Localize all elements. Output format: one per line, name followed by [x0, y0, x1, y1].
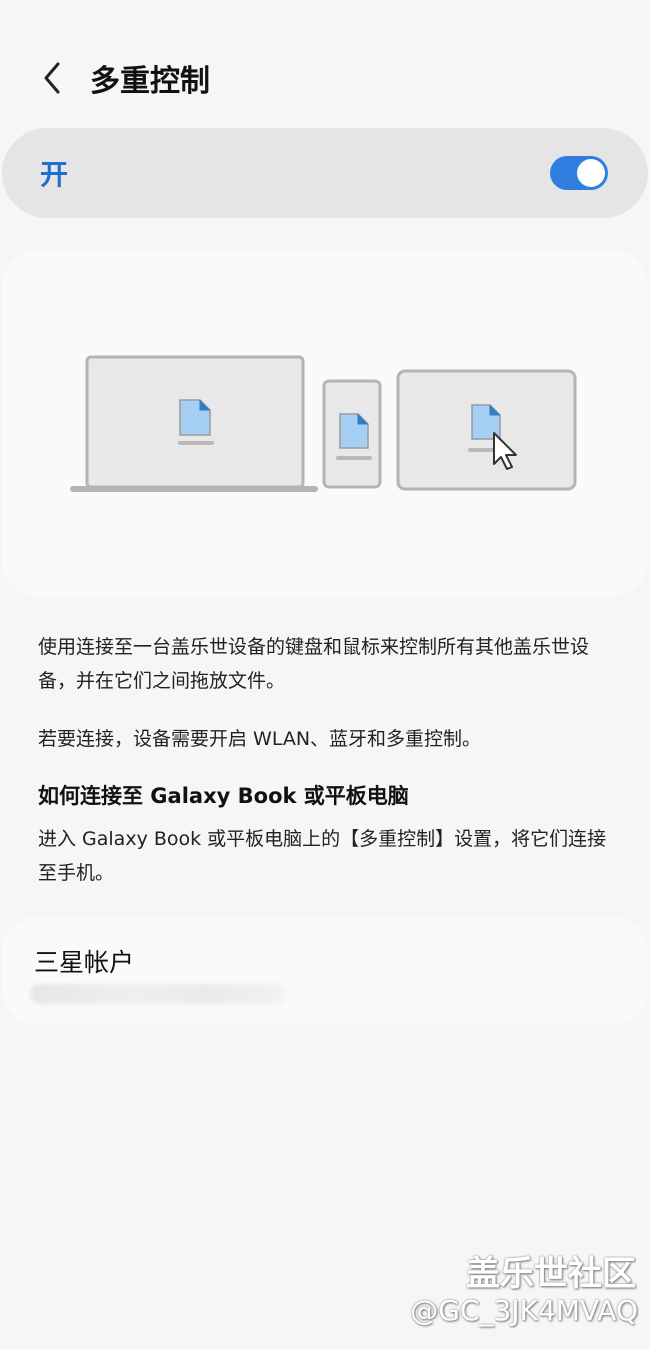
back-chevron-icon: [44, 62, 60, 94]
account-title: 三星帐户: [34, 948, 135, 977]
watermark-title: 盖乐世社区: [466, 1254, 636, 1294]
how-to-title: 如何连接至 Galaxy Book 或平板电脑: [38, 784, 409, 808]
illustration-card: [2, 250, 648, 596]
master-switch-row[interactable]: 开: [2, 128, 648, 218]
samsung-account-row[interactable]: 三星帐户: [2, 917, 648, 1025]
multi-control-illustration: [70, 355, 577, 492]
app-header: 多重控制: [0, 40, 650, 116]
how-to-text: 进入 Galaxy Book 或平板电脑上的【多重控制】设置，将它们连接至手机。: [38, 828, 607, 884]
watermark-user: @GC_3JK4MVAQ: [410, 1294, 638, 1327]
back-button[interactable]: [22, 48, 82, 108]
toggle-knob: [577, 159, 605, 187]
master-switch-label: 开: [40, 158, 69, 191]
description-paragraph-2: 若要连接，设备需要开启 WLAN、蓝牙和多重控制。: [38, 728, 482, 750]
description-paragraph-1: 使用连接至一台盖乐世设备的键盘和鼠标来控制所有其他盖乐世设备，并在它们之间拖放文…: [38, 636, 590, 692]
master-toggle[interactable]: [550, 156, 608, 190]
page-title: 多重控制: [90, 64, 210, 99]
account-email-redacted: [30, 984, 285, 1004]
